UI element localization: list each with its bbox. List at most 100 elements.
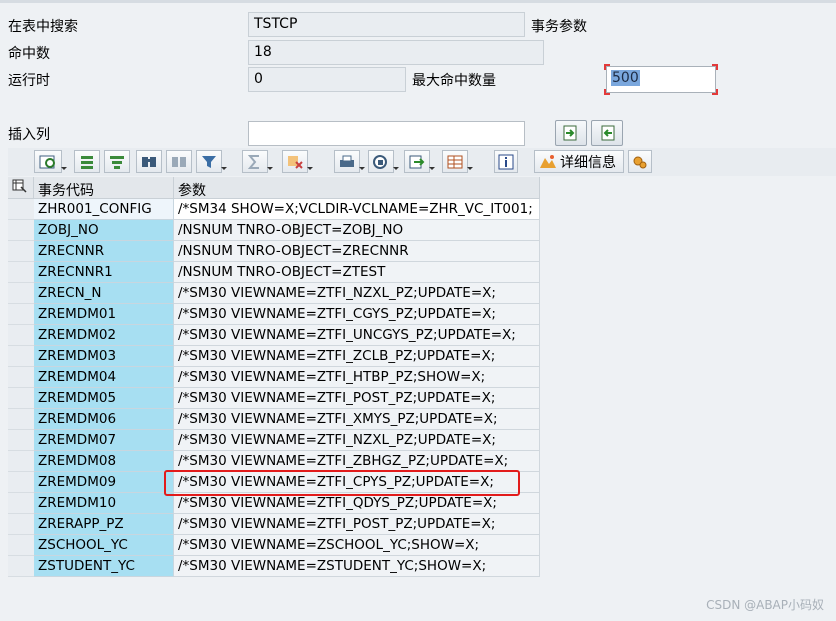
view-icon — [373, 154, 387, 169]
row-selector[interactable] — [8, 346, 34, 367]
sort-ascending-icon — [81, 155, 93, 169]
export-button[interactable] — [404, 150, 435, 173]
row-selector[interactable] — [8, 493, 34, 514]
details-view-button[interactable] — [34, 150, 67, 173]
settings-button[interactable] — [628, 150, 652, 173]
find-next-button[interactable] — [166, 150, 192, 173]
total-button[interactable] — [242, 150, 273, 173]
param-cell[interactable]: /*SM30 VIEWNAME=ZTFI_POST_PZ;UPDATE=X; — [174, 514, 540, 535]
tcode-cell[interactable]: ZHR001_CONFIG — [34, 199, 174, 220]
grid-refresh-icon — [39, 155, 55, 168]
info-icon — [498, 154, 514, 169]
max-hits-value: 500 — [611, 70, 640, 86]
tcode-cell[interactable]: ZRERAPP_PZ — [34, 514, 174, 535]
total-icon — [247, 154, 259, 169]
subtotal-icon — [288, 155, 303, 169]
tcode-cell[interactable]: ZREMDM10 — [34, 493, 174, 514]
print-button[interactable] — [334, 150, 365, 173]
tcode-cell[interactable]: ZOBJ_NO — [34, 220, 174, 241]
param-cell[interactable]: /*SM30 VIEWNAME=ZTFI_NZXL_PZ;UPDATE=X; — [174, 283, 540, 304]
param-cell[interactable]: /*SM30 VIEWNAME=ZSCHOOL_YC;SHOW=X; — [174, 535, 540, 556]
subtotal-button[interactable] — [282, 150, 313, 173]
param-cell[interactable]: /*SM30 VIEWNAME=ZTFI_ZBHGZ_PZ;UPDATE=X; — [174, 451, 540, 472]
view-button[interactable] — [368, 150, 399, 173]
focus-corner — [712, 64, 718, 70]
tcode-cell[interactable]: ZREMDM06 — [34, 409, 174, 430]
row-selector[interactable] — [8, 430, 34, 451]
tcode-cell[interactable]: ZRECNNR1 — [34, 262, 174, 283]
row-selector[interactable] — [8, 241, 34, 262]
row-selector[interactable] — [8, 199, 34, 220]
tcode-cell[interactable]: ZREMDM03 — [34, 346, 174, 367]
max-hits-input[interactable]: 500 — [606, 66, 716, 93]
row-selector[interactable] — [8, 367, 34, 388]
row-selector[interactable] — [8, 388, 34, 409]
layout-icon — [447, 155, 463, 168]
alv-toolbar: 详细信息 — [8, 148, 836, 176]
tcode-cell[interactable]: ZREMDM05 — [34, 388, 174, 409]
column-header-param[interactable]: 参数 — [174, 177, 540, 199]
row-selector[interactable] — [8, 220, 34, 241]
param-cell[interactable]: /*SM30 VIEWNAME=ZTFI_CGYS_PZ;UPDATE=X; — [174, 304, 540, 325]
row-selector[interactable] — [8, 262, 34, 283]
find-button[interactable] — [136, 150, 162, 173]
row-selector[interactable] — [8, 535, 34, 556]
info-button[interactable] — [494, 150, 518, 173]
row-selector[interactable] — [8, 472, 34, 493]
settings-icon — [633, 156, 647, 168]
sort-descending-icon — [110, 155, 124, 169]
param-cell[interactable]: /*SM30 VIEWNAME=ZTFI_NZXL_PZ;UPDATE=X; — [174, 430, 540, 451]
tcode-cell[interactable]: ZRECNNR — [34, 241, 174, 262]
tcode-cell[interactable]: ZREMDM09 — [34, 472, 174, 493]
hits-field: 18 — [248, 40, 544, 65]
param-cell[interactable]: /*SM30 VIEWNAME=ZSTUDENT_YC;SHOW=X; — [174, 556, 540, 577]
tcode-cell[interactable]: ZRECN_N — [34, 283, 174, 304]
details-label: 详细信息 — [560, 154, 616, 171]
param-cell[interactable]: /NSNUM TNRO-OBJECT=ZTEST — [174, 262, 540, 283]
row-selector[interactable] — [8, 451, 34, 472]
max-hits-label: 最大命中数量 — [412, 73, 496, 89]
details-button[interactable]: 详细信息 — [534, 150, 624, 173]
top-border — [0, 0, 836, 3]
tcode-cell[interactable]: ZREMDM08 — [34, 451, 174, 472]
insert-column-label: 插入列 — [8, 127, 50, 143]
insert-column-input[interactable] — [248, 121, 525, 146]
search-table-description: 事务参数 — [531, 19, 587, 35]
param-cell[interactable]: /*SM34 SHOW=X;VCLDIR-VCLNAME=ZHR_VC_IT00… — [174, 199, 540, 220]
row-selector[interactable] — [8, 409, 34, 430]
tcode-cell[interactable]: ZSTUDENT_YC — [34, 556, 174, 577]
focus-corner — [604, 64, 610, 70]
tcode-cell[interactable]: ZREMDM04 — [34, 367, 174, 388]
select-all-cell[interactable] — [8, 177, 34, 199]
delete-column-button[interactable] — [591, 120, 623, 146]
row-selector[interactable] — [8, 283, 34, 304]
param-cell[interactable]: /*SM30 VIEWNAME=ZTFI_HTBP_PZ;SHOW=X; — [174, 367, 540, 388]
tcode-cell[interactable]: ZREMDM07 — [34, 430, 174, 451]
param-cell[interactable]: /*SM30 VIEWNAME=ZTFI_QDYS_PZ;UPDATE=X; — [174, 493, 540, 514]
runtime-field: 0 — [248, 67, 406, 92]
sort-descending-button[interactable] — [104, 150, 130, 173]
sort-ascending-button[interactable] — [74, 150, 100, 173]
filter-button[interactable] — [196, 150, 227, 173]
tcode-cell[interactable]: ZREMDM01 — [34, 304, 174, 325]
runtime-label: 运行时 — [8, 73, 50, 89]
search-table-field[interactable]: TSTCP — [248, 12, 525, 37]
row-selector[interactable] — [8, 304, 34, 325]
insert-column-button[interactable] — [555, 120, 587, 146]
column-header-tcode[interactable]: 事务代码 — [34, 177, 174, 199]
param-cell[interactable]: /*SM30 VIEWNAME=ZTFI_UNCGYS_PZ;UPDATE=X; — [174, 325, 540, 346]
tcode-cell[interactable]: ZSCHOOL_YC — [34, 535, 174, 556]
row-selector[interactable] — [8, 556, 34, 577]
export-icon — [409, 155, 425, 168]
param-cell[interactable]: /*SM30 VIEWNAME=ZTFI_POST_PZ;UPDATE=X; — [174, 388, 540, 409]
tcode-cell[interactable]: ZREMDM02 — [34, 325, 174, 346]
param-cell[interactable]: /*SM30 VIEWNAME=ZTFI_XMYS_PZ;UPDATE=X; — [174, 409, 540, 430]
param-cell[interactable]: /NSNUM TNRO-OBJECT=ZRECNNR — [174, 241, 540, 262]
layout-button[interactable] — [442, 150, 473, 173]
select-all-icon — [12, 179, 27, 193]
row-selector[interactable] — [8, 325, 34, 346]
param-cell[interactable]: /NSNUM TNRO-OBJECT=ZOBJ_NO — [174, 220, 540, 241]
hits-label: 命中数 — [8, 46, 50, 62]
row-selector[interactable] — [8, 514, 34, 535]
param-cell[interactable]: /*SM30 VIEWNAME=ZTFI_ZCLB_PZ;UPDATE=X; — [174, 346, 540, 367]
